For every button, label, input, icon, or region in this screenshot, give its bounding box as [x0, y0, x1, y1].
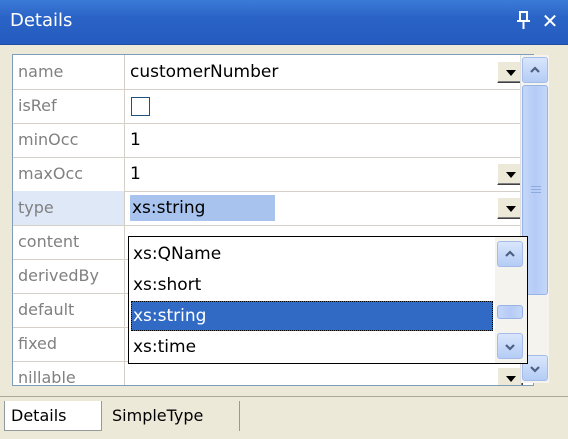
- dropdown-option[interactable]: xs:QName: [131, 239, 493, 269]
- dropdown-option-selected[interactable]: xs:string: [131, 301, 493, 331]
- property-label: type: [13, 191, 125, 225]
- property-value[interactable]: 1: [126, 123, 533, 157]
- tab-details[interactable]: Details: [4, 401, 102, 431]
- property-value[interactable]: [126, 361, 533, 385]
- chevron-down-icon: [505, 344, 515, 351]
- property-row-maxocc: maxOcc 1: [13, 157, 533, 192]
- property-row-isref: isRef: [13, 89, 533, 124]
- grip-line: [531, 186, 541, 187]
- property-value[interactable]: 1: [126, 157, 533, 191]
- property-value: [126, 89, 533, 123]
- chevron-up-icon: [505, 250, 515, 257]
- grip-line: [531, 189, 541, 190]
- dropdown-option[interactable]: xs:time: [131, 332, 493, 362]
- property-label: content: [13, 225, 125, 259]
- property-row-type: type xs:string: [13, 191, 533, 226]
- dropdown-scroll-thumb[interactable]: [497, 305, 523, 319]
- scroll-up-arrow[interactable]: [522, 57, 548, 83]
- pin-icon[interactable]: [512, 8, 536, 34]
- property-row-nillable: nillable: [13, 361, 533, 385]
- property-label: nillable: [13, 361, 125, 385]
- dropdown-scroll-down-arrow[interactable]: [497, 333, 523, 359]
- window-title: Details: [10, 10, 73, 31]
- tab-simpletype[interactable]: SimpleType: [106, 401, 240, 431]
- property-label: fixed: [13, 327, 125, 361]
- property-row-minocc: minOcc 1: [13, 123, 533, 158]
- property-label: maxOcc: [13, 157, 125, 191]
- property-label: default: [13, 293, 125, 327]
- type-dropdown-list: xs:QName xs:short xs:string xs:time: [128, 236, 528, 364]
- dropdown-option[interactable]: xs:short: [131, 270, 493, 300]
- tab-bar: Details SimpleType: [0, 396, 568, 439]
- chevron-up-icon: [530, 66, 540, 73]
- details-window: Details ✕ name customerNumber isRef minO…: [0, 0, 568, 439]
- property-label: name: [13, 55, 125, 89]
- chevron-down-icon: [530, 366, 540, 373]
- isref-checkbox[interactable]: [131, 97, 150, 116]
- property-value[interactable]: xs:string: [126, 191, 533, 225]
- grip-line: [531, 192, 541, 193]
- close-icon[interactable]: ✕: [538, 8, 562, 34]
- titlebar: Details ✕: [0, 0, 568, 45]
- property-row-name: name customerNumber: [13, 55, 533, 90]
- dropdown-scroll-up-arrow[interactable]: [497, 241, 523, 267]
- dropdown-scrollbar[interactable]: [495, 237, 527, 363]
- type-value-text[interactable]: xs:string: [130, 195, 276, 221]
- property-label: isRef: [13, 89, 125, 123]
- property-label: derivedBy: [13, 259, 125, 293]
- property-value[interactable]: customerNumber: [126, 55, 533, 89]
- property-label: minOcc: [13, 123, 125, 157]
